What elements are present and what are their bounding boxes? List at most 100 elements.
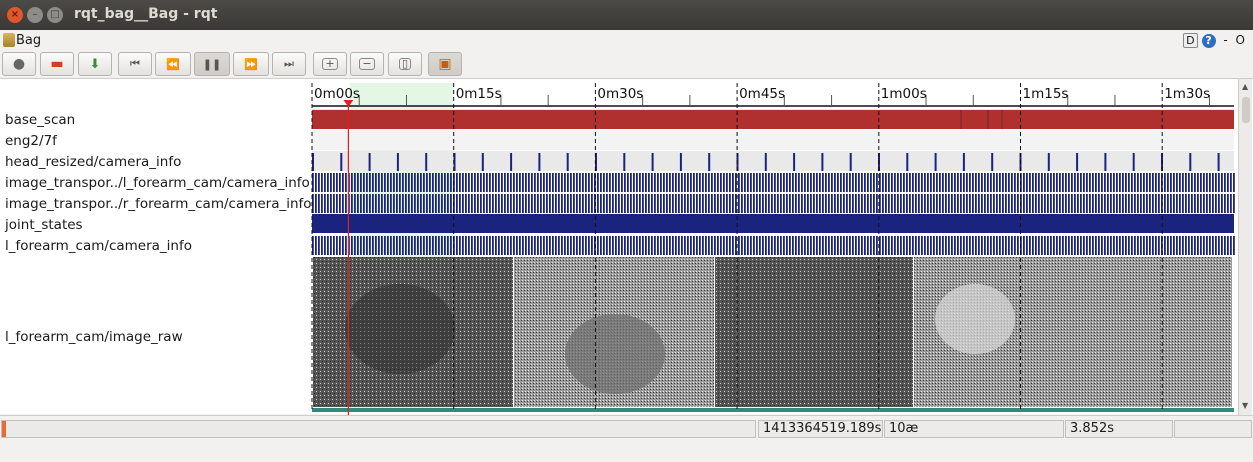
message-tick xyxy=(1101,236,1103,255)
message-tick xyxy=(537,194,539,213)
message-tick xyxy=(1206,236,1208,255)
message-tick xyxy=(492,173,494,192)
message-tick xyxy=(840,194,842,213)
zoom-out-icon: − xyxy=(359,58,375,70)
message-tick xyxy=(825,236,827,255)
record-button[interactable]: ● xyxy=(2,52,36,76)
message-tick xyxy=(1017,173,1019,192)
message-tick xyxy=(561,236,563,255)
message-tick xyxy=(585,236,587,255)
message-tick xyxy=(1026,194,1028,213)
message-tick xyxy=(1227,236,1229,255)
message-tick xyxy=(585,194,587,213)
message-tick xyxy=(411,173,413,192)
window-close-button[interactable]: × xyxy=(7,7,23,23)
message-tick xyxy=(1224,236,1226,255)
message-tick xyxy=(1230,173,1232,192)
window-minimize-button[interactable]: – xyxy=(27,7,43,23)
message-tick xyxy=(729,236,731,255)
message-tick xyxy=(1035,173,1037,192)
message-tick xyxy=(834,194,836,213)
message-tick xyxy=(1137,236,1139,255)
zoom-in-button[interactable]: + xyxy=(313,52,347,76)
message-tick xyxy=(804,173,806,192)
load-bag-button[interactable]: ▬ xyxy=(40,52,74,76)
go-to-start-button[interactable]: ⏮ xyxy=(118,52,152,76)
message-tick xyxy=(750,236,752,255)
message-tick xyxy=(666,173,668,192)
message-tick xyxy=(1176,194,1178,213)
message-tick xyxy=(393,194,395,213)
message-tick xyxy=(813,173,815,192)
time-tick-label: 0m45s xyxy=(739,86,785,102)
message-tick xyxy=(372,173,374,192)
message-tick xyxy=(666,194,668,213)
message-tick xyxy=(579,194,581,213)
message-tick xyxy=(345,194,347,213)
playback-rate-field: 10æ xyxy=(884,420,1064,438)
message-tick xyxy=(963,236,965,255)
help-icon[interactable]: ? xyxy=(1201,34,1216,48)
message-tick xyxy=(654,173,656,192)
message-tick xyxy=(978,194,980,213)
message-tick xyxy=(549,173,551,192)
message-tick xyxy=(816,173,818,192)
message-tick xyxy=(1011,236,1013,255)
zoom-reset-button[interactable]: ▯ xyxy=(388,52,422,76)
message-tick xyxy=(765,173,767,192)
plugin-minimize-button[interactable]: - xyxy=(1223,33,1227,47)
go-to-end-button[interactable]: ⏭ xyxy=(272,52,306,76)
pause-button[interactable]: ❚❚ xyxy=(194,52,230,76)
message-tick xyxy=(525,173,527,192)
message-tick xyxy=(339,236,341,255)
message-tick xyxy=(762,236,764,255)
message-tick xyxy=(900,173,902,192)
plugin-close-button[interactable]: O xyxy=(1236,33,1245,47)
scroll-down-icon[interactable]: ▼ xyxy=(1242,401,1248,410)
message-tick xyxy=(1185,173,1187,192)
dock-button[interactable]: D xyxy=(1183,33,1198,48)
message-tick xyxy=(417,236,419,255)
message-tick xyxy=(456,173,458,192)
message-tick xyxy=(1101,194,1103,213)
message-tick xyxy=(1077,194,1079,213)
timeline-vertical-scrollbar[interactable]: ▲ ▼ xyxy=(1238,79,1252,415)
message-tick xyxy=(891,236,893,255)
message-tick xyxy=(990,236,992,255)
message-tick xyxy=(786,173,788,192)
message-tick xyxy=(1155,194,1157,213)
thumbnails-button[interactable]: ▣ xyxy=(428,52,462,76)
bag-timeline[interactable]: base_scan eng2/7f head_resized/camera_in… xyxy=(0,78,1253,415)
message-tick xyxy=(951,173,953,192)
time-tick-label: 0m30s xyxy=(597,86,643,102)
message-tick xyxy=(1107,236,1109,255)
save-bag-button[interactable]: ⬇ xyxy=(78,52,112,76)
message-tick xyxy=(924,173,926,192)
message-tick xyxy=(543,173,545,192)
scroll-up-icon[interactable]: ▲ xyxy=(1242,82,1248,91)
scroll-thumb[interactable] xyxy=(1242,97,1250,123)
message-tick xyxy=(960,173,962,192)
image-raw-message-strip xyxy=(312,408,1234,412)
message-tick xyxy=(801,236,803,255)
message-tick xyxy=(873,194,875,213)
zoom-out-button[interactable]: − xyxy=(350,52,384,76)
message-tick xyxy=(1038,173,1040,192)
message-tick xyxy=(450,173,452,192)
fast-forward-button[interactable]: ⏩ xyxy=(233,52,269,76)
message-tick xyxy=(765,236,767,255)
message-tick xyxy=(372,236,374,255)
message-tick xyxy=(1200,173,1202,192)
rewind-button[interactable]: ⏪ xyxy=(155,52,191,76)
message-tick xyxy=(585,173,587,192)
message-tick xyxy=(327,194,329,213)
timeline-plot[interactable]: 0m00s 0m15s 0m30s 0m45s 1m00s 1m15s 1m30… xyxy=(0,79,1238,415)
message-tick xyxy=(693,173,695,192)
window-maximize-button[interactable]: □ xyxy=(47,7,63,23)
pause-icon: ❚❚ xyxy=(202,57,222,71)
message-tick xyxy=(963,194,965,213)
message-tick xyxy=(957,236,959,255)
message-tick xyxy=(756,173,758,192)
message-tick xyxy=(894,236,896,255)
message-tick xyxy=(606,173,608,192)
